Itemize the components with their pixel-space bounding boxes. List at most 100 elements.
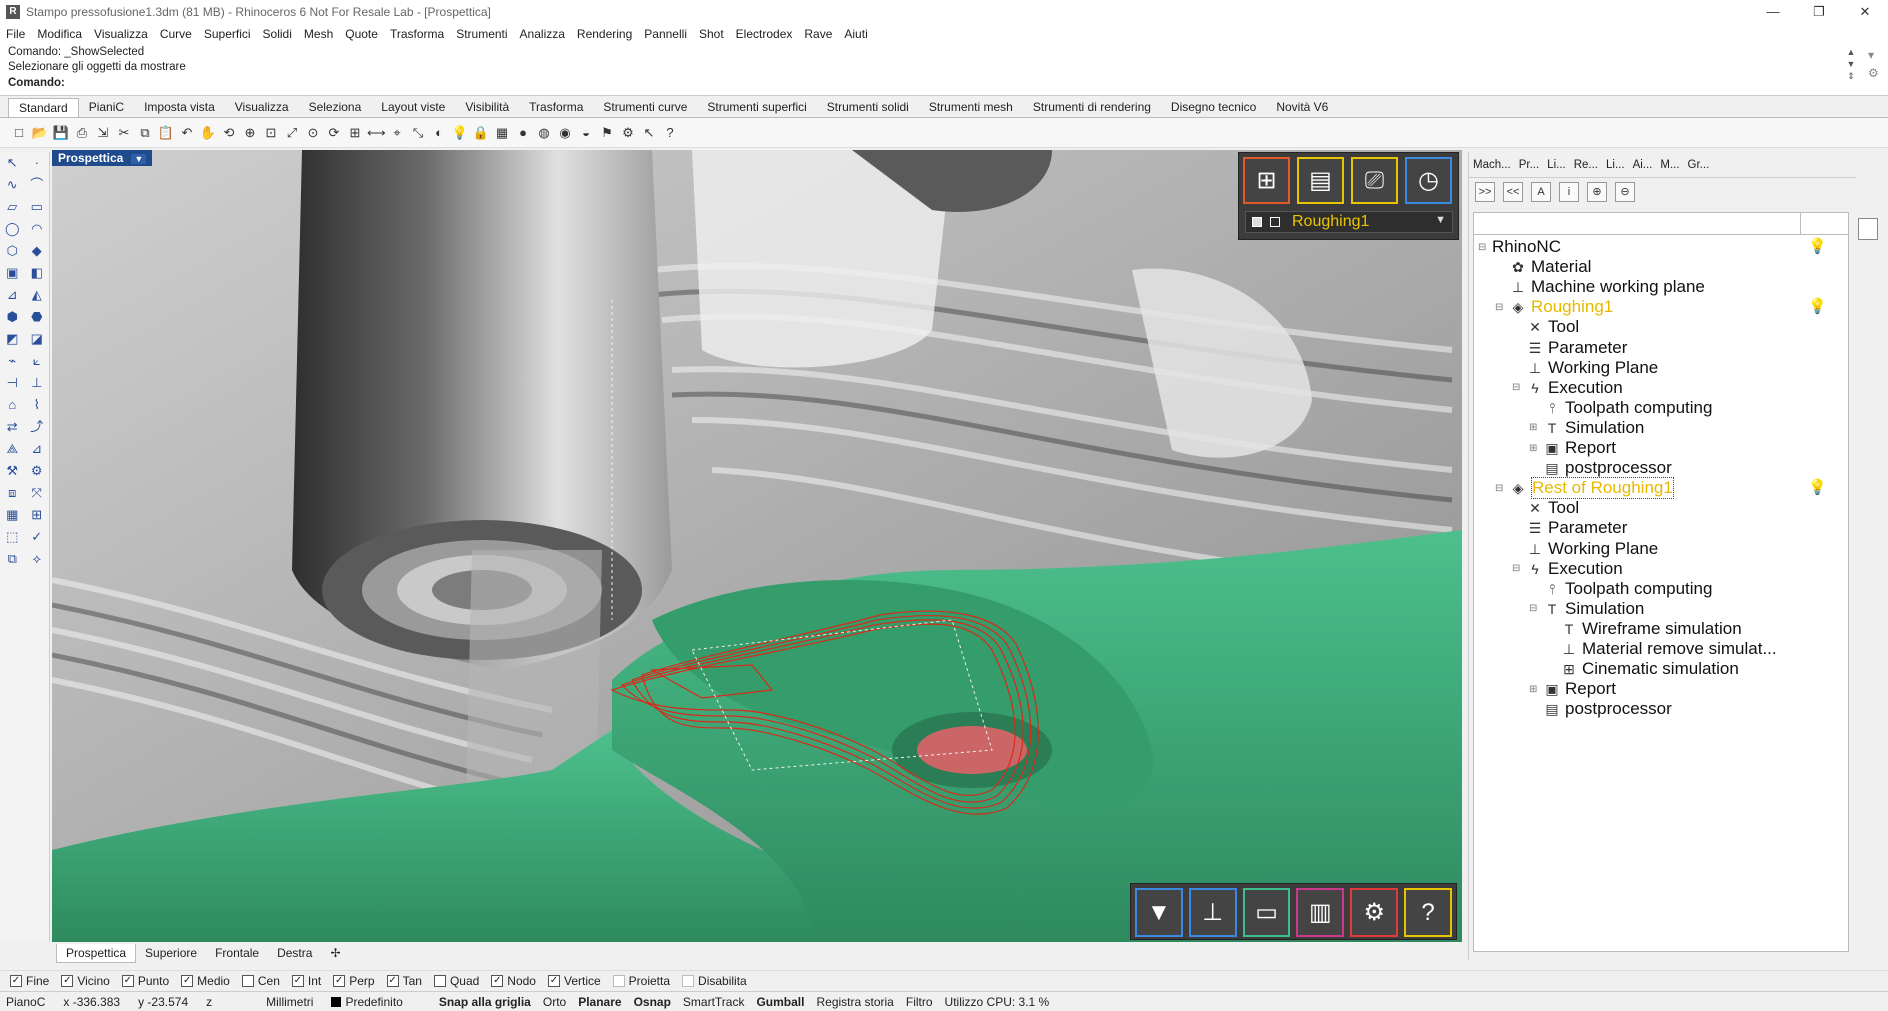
tree-node-toolpath-computing[interactable]: ⫯ Toolpath computing <box>1543 398 1712 418</box>
expander-icon[interactable]: ⊟ <box>1529 603 1539 614</box>
tree-node-cinematic-simulation[interactable]: ⊞ Cinematic simulation <box>1560 659 1739 679</box>
tool-icon[interactable]: ⧉ <box>3 550 21 568</box>
osnap-punto[interactable]: ✓ Punto <box>121 974 169 988</box>
tool-icon[interactable]: ▣ <box>3 264 21 282</box>
lightbulb-icon[interactable]: 💡 <box>1808 478 1827 496</box>
lightbulb-icon[interactable]: 💡 <box>1808 297 1827 315</box>
osnap-perp[interactable]: ✓ Perp <box>333 974 375 988</box>
expander-icon[interactable]: ⊞ <box>1529 443 1539 454</box>
tree-node-parameter[interactable]: ☰ Parameter <box>1526 338 1628 358</box>
tool-icon[interactable]: ⬢ <box>3 308 21 326</box>
tab-standard[interactable]: Standard <box>8 98 79 117</box>
tab-visualizza[interactable]: Visualizza <box>225 98 299 117</box>
tree-node-rest-of-roughing1[interactable]: ⊟ ◈ Rest of Roughing1 <box>1495 477 1674 500</box>
cplane-label[interactable]: PianoC <box>6 995 45 1009</box>
tab-pianic[interactable]: PianiC <box>79 98 134 117</box>
tool-icon[interactable]: ⚒ <box>3 462 21 480</box>
pan-icon[interactable]: ✋ <box>199 124 217 142</box>
tool-icon[interactable]: ⬣ <box>28 308 46 326</box>
tab-disegno-tecnico[interactable]: Disegno tecnico <box>1161 98 1266 117</box>
cut-icon[interactable]: ✂ <box>115 124 133 142</box>
checkbox[interactable]: ✓ <box>547 974 560 987</box>
menu-mesh[interactable]: Mesh <box>304 27 333 41</box>
zoom-icon[interactable]: ⊕ <box>241 124 259 142</box>
menu-strumenti[interactable]: Strumenti <box>456 27 507 41</box>
menu-trasforma[interactable]: Trasforma <box>390 27 444 41</box>
tree-node-tool[interactable]: ✕ Tool <box>1526 498 1579 518</box>
gear-icon[interactable]: ⚙ <box>619 124 637 142</box>
tree-node-material-remove-simulat[interactable]: ⊥ Material remove simulat... <box>1560 639 1777 659</box>
tree-node-simulation[interactable]: ⊞ T Simulation <box>1529 418 1644 438</box>
tab-strumenti-curve[interactable]: Strumenti curve <box>593 98 697 117</box>
tool-icon[interactable]: ▭ <box>28 198 46 216</box>
status-planare[interactable]: Planare <box>578 995 621 1009</box>
lock-icon[interactable]: 🔒 <box>472 124 490 142</box>
panel-tab[interactable]: Gr... <box>1688 159 1710 171</box>
layer-icon[interactable]: ▦ <box>493 124 511 142</box>
tool-icon[interactable]: ◭ <box>28 286 46 304</box>
save-icon[interactable]: 💾 <box>52 124 70 142</box>
panel-tab[interactable]: Li... <box>1606 159 1625 171</box>
status-snap-alla-griglia[interactable]: Snap alla griglia <box>439 995 531 1009</box>
text-icon[interactable]: A <box>1531 182 1551 202</box>
tab-visibilit[interactable]: Visibilità <box>455 98 519 117</box>
panel-toggle[interactable] <box>1858 218 1878 240</box>
chevron-down-icon[interactable]: ▼ <box>1435 214 1446 226</box>
osnap-quad[interactable]: Quad <box>433 974 479 988</box>
zoom-in-icon[interactable]: ⊕ <box>1587 182 1607 202</box>
stock-icon[interactable]: ▤ <box>1297 157 1344 204</box>
zoom-extents-icon[interactable]: ⤢ <box>283 124 301 142</box>
tree-node-tool[interactable]: ✕ Tool <box>1526 317 1579 337</box>
tool-icon[interactable]: ⊿ <box>28 440 46 458</box>
tool-icon[interactable]: ⤧ <box>28 484 46 502</box>
osnap-tan[interactable]: ✓ Tan <box>386 974 422 988</box>
tool-icon[interactable]: ◩ <box>3 330 21 348</box>
tool-icon[interactable]: ✓ <box>28 528 46 546</box>
tree-node-simulation[interactable]: ⊟ T Simulation <box>1529 599 1644 619</box>
info-icon[interactable]: i <box>1559 182 1579 202</box>
menu-quote[interactable]: Quote <box>345 27 378 41</box>
new-operation-icon[interactable]: ⊞ <box>1243 157 1290 204</box>
menu-visualizza[interactable]: Visualizza <box>94 27 148 41</box>
checkbox[interactable]: ✓ <box>386 974 399 987</box>
tree-node-roughing1[interactable]: ⊟ ◈ Roughing1 <box>1495 297 1613 317</box>
copy-icon[interactable]: ⧉ <box>136 124 154 142</box>
tool-icon[interactable]: ⌒ <box>28 176 46 194</box>
cursor-icon[interactable]: ↖ <box>640 124 658 142</box>
environment-icon[interactable]: ◒ <box>577 124 595 142</box>
transform-icon[interactable]: ⤡ <box>409 124 427 142</box>
tab-strumenti-di-rendering[interactable]: Strumenti di rendering <box>1023 98 1161 117</box>
import-icon[interactable]: ⇲ <box>94 124 112 142</box>
material-icon[interactable]: ◍ <box>535 124 553 142</box>
tool-icon[interactable]: ⊣ <box>3 374 21 392</box>
menu-curve[interactable]: Curve <box>160 27 192 41</box>
osnap-proietta[interactable]: Proietta <box>612 974 670 988</box>
checkbox[interactable] <box>241 974 254 987</box>
osnap-disabilita[interactable]: Disabilita <box>682 974 747 988</box>
color-icon[interactable]: ● <box>514 124 532 142</box>
tool-icon[interactable]: ⟡ <box>28 550 46 568</box>
checkbox[interactable] <box>682 974 695 987</box>
computer-icon[interactable]: ⎚ <box>1351 157 1398 204</box>
status-filtro[interactable]: Filtro <box>906 995 933 1009</box>
collapse-all-icon[interactable]: << <box>1503 182 1523 202</box>
viewport-tab-superiore[interactable]: Superiore <box>136 944 206 962</box>
tree-node-toolpath-computing[interactable]: ⫯ Toolpath computing <box>1543 579 1712 599</box>
display-icon[interactable]: ◐ <box>430 124 448 142</box>
checkbox[interactable]: ✓ <box>61 974 74 987</box>
cabinet-icon[interactable]: ▥ <box>1296 888 1345 937</box>
tool-icon[interactable]: ⊿ <box>3 286 21 304</box>
paste-icon[interactable]: 📋 <box>157 124 175 142</box>
options-icon[interactable]: ⚑ <box>598 124 616 142</box>
menu-electrodex[interactable]: Electrodex <box>736 27 793 41</box>
tool-icon[interactable]: ⌁ <box>3 352 21 370</box>
status-orto[interactable]: Orto <box>543 995 566 1009</box>
tree-node-rhinonc[interactable]: ⊟ RhinoNC <box>1478 237 1561 257</box>
menu-file[interactable]: File <box>6 27 25 41</box>
menu-solidi[interactable]: Solidi <box>263 27 292 41</box>
tab-trasforma[interactable]: Trasforma <box>519 98 593 117</box>
expander-icon[interactable]: ⊟ <box>1512 563 1522 574</box>
command-area[interactable]: Comando: _ShowSelected Selezionare gli o… <box>0 44 1888 96</box>
snap-icon[interactable]: ⌖ <box>388 124 406 142</box>
status-smarttrack[interactable]: SmartTrack <box>683 995 745 1009</box>
